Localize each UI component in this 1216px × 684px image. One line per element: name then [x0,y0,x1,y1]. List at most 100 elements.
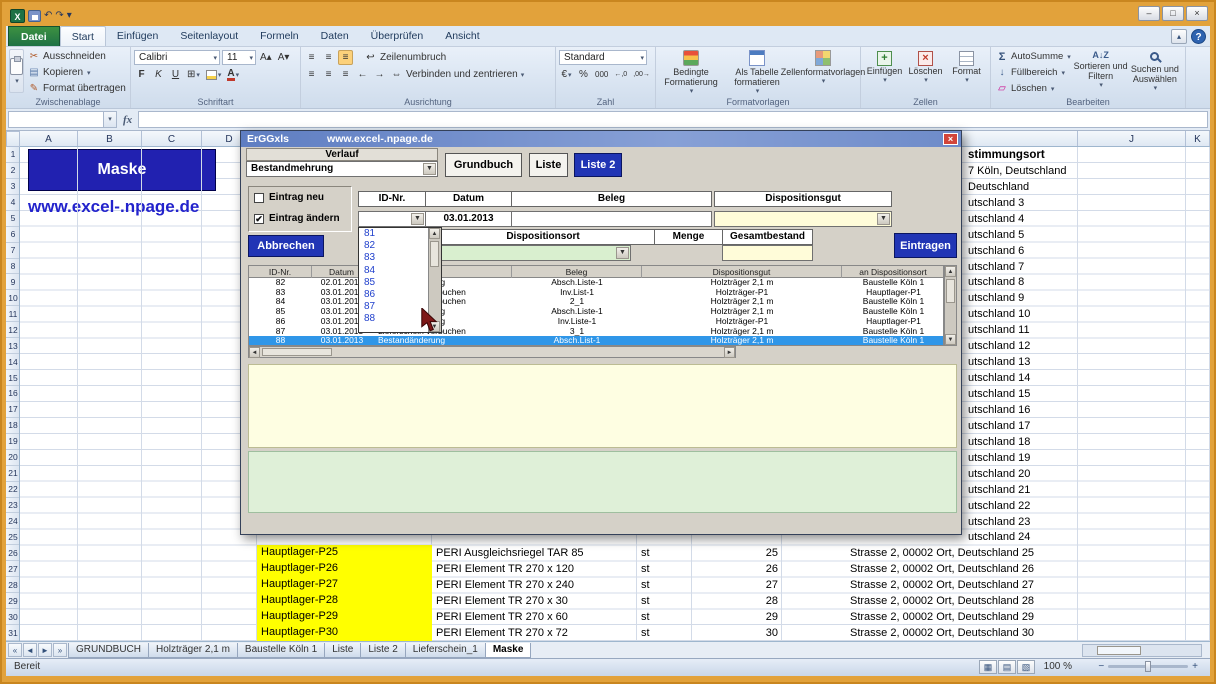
fill-button[interactable]: ↓Füllbereich▾ [994,65,1073,80]
cell-text[interactable]: utschland 18 [968,435,1030,450]
row-header-7[interactable]: 7 [6,243,20,259]
row-header-19[interactable]: 19 [6,434,20,450]
row-header-8[interactable]: 8 [6,259,20,275]
cell-text[interactable]: Strasse 2, 00002 Ort, Deutschland 26 [850,562,1034,577]
row-header-27[interactable]: 27 [6,561,20,577]
formula-input[interactable] [138,111,1208,128]
chevron-down-icon[interactable]: ▼ [616,247,629,259]
name-box-dropdown[interactable]: ▾ [104,111,117,128]
cell-text[interactable]: utschland 9 [968,291,1024,306]
autosum-button[interactable]: ΣAutoSumme▾ [994,49,1073,64]
align-center-button[interactable]: ≡ [321,67,336,82]
tab-ansicht[interactable]: Ansicht [434,26,490,46]
cell-text[interactable]: 25 [692,546,778,561]
row-header-20[interactable]: 20 [6,450,20,466]
row-header-12[interactable]: 12 [6,322,20,338]
save-icon[interactable] [28,10,41,22]
name-box[interactable] [8,111,104,128]
cell-text[interactable]: 7 Köln, Deutschland [968,164,1066,179]
cell-text[interactable]: utschland 7 [968,260,1024,275]
cell-text[interactable]: st [641,562,650,577]
increase-indent-button[interactable]: → [372,67,387,82]
cell-text[interactable]: utschland 23 [968,515,1030,530]
conditional-formatting-button[interactable]: Bedingte Formatierung ▾ [659,49,723,97]
minimize-ribbon-button[interactable]: ▴ [1171,29,1187,44]
column-header-C[interactable]: C [142,131,202,147]
cell-text[interactable]: utschland 3 [968,196,1024,211]
tab-einfügen[interactable]: Einfügen [106,26,169,46]
scroll-left-icon[interactable]: ◄ [249,347,260,358]
row-header-15[interactable]: 15 [6,370,20,386]
listbox-vscrollbar[interactable]: ▲ ▼ [944,265,957,346]
sheet-tab-liste[interactable]: Liste [324,643,361,658]
underline-button[interactable]: U [168,67,183,82]
row-header-13[interactable]: 13 [6,338,20,354]
cell-highlight[interactable]: Hauptlager-P29 [257,609,432,625]
row-header-25[interactable]: 25 [6,529,20,545]
row-header-3[interactable]: 3 [6,179,20,195]
row-header-10[interactable]: 10 [6,290,20,306]
scroll-down-icon[interactable]: ▼ [945,334,956,345]
row-header-31[interactable]: 31 [6,625,20,641]
increase-decimal-button[interactable]: ←,0 [612,67,629,82]
view-button-0[interactable]: ▦ [979,660,997,674]
cell-text[interactable]: Strasse 2, 00002 Ort, Deutschland 30 [850,626,1034,641]
sheet-tab-liste-2[interactable]: Liste 2 [360,643,405,658]
qat-customize-button[interactable]: ▾ [67,9,72,23]
datum-field[interactable]: 03.01.2013 [425,211,512,227]
row-header-11[interactable]: 11 [6,306,20,322]
font-color-button[interactable]: A▾ [225,67,241,82]
shrink-font-button[interactable]: A▾ [276,50,292,65]
zoom-slider-thumb[interactable] [1145,661,1151,672]
fx-icon[interactable]: fx [123,114,132,126]
chevron-down-icon[interactable]: ▼ [423,163,436,175]
row-header-5[interactable]: 5 [6,211,20,227]
gesamtbestand-field[interactable] [722,245,813,261]
align-right-button[interactable]: ≡ [338,67,353,82]
cell-highlight[interactable]: Hauptlager-P26 [257,561,432,577]
format-cells-button[interactable]: Format ▾ [946,49,987,97]
tab-überprüfen[interactable]: Überprüfen [360,26,435,46]
clear-button[interactable]: ▱Löschen▾ [994,81,1073,96]
scroll-right-icon[interactable]: ► [724,347,735,358]
row-header-16[interactable]: 16 [6,386,20,402]
row-header-1[interactable]: 1 [6,147,20,163]
grundbuch-button[interactable]: Grundbuch [445,153,522,177]
dispositionsort-select[interactable]: ▼ [431,245,631,261]
dropdown-item[interactable]: 81 [359,228,428,240]
liste2-button[interactable]: Liste 2 [574,153,622,177]
dropdown-item[interactable]: 86 [359,289,428,301]
cell-text[interactable]: utschland 22 [968,499,1030,514]
delete-cells-button[interactable]: × Löschen ▾ [905,49,946,97]
column-header-K[interactable]: K [1186,131,1210,147]
cell-highlight[interactable]: Hauptlager-P25 [257,545,432,561]
dropdown-item[interactable]: 85 [359,277,428,289]
scroll-thumb[interactable] [1097,646,1141,655]
cell-text[interactable]: PERI Element TR 270 x 120 [436,562,574,577]
row-header-4[interactable]: 4 [6,195,20,211]
decrease-indent-button[interactable]: ← [355,67,370,82]
number-format-select[interactable]: Standard▾ [559,50,647,65]
window-maximize-button[interactable]: □ [1162,6,1184,21]
cell-highlight[interactable]: Hauptlager-P30 [257,625,432,641]
align-top-button[interactable]: ≡ [304,50,319,65]
window-minimize-button[interactable]: – [1138,6,1160,21]
align-left-button[interactable]: ≡ [304,67,319,82]
merge-center-label[interactable]: Verbinden und zentrieren [406,69,518,80]
sheet-nav-button-0[interactable]: « [8,643,22,657]
abbrechen-button[interactable]: Abbrechen [248,235,324,257]
accounting-format-button[interactable]: €▾ [559,67,574,82]
dropdown-item[interactable]: 83 [359,252,428,264]
cell-text[interactable]: st [641,610,650,625]
row-header-6[interactable]: 6 [6,227,20,243]
cell-highlight[interactable]: Hauptlager-P28 [257,593,432,609]
format-painter-button[interactable]: ✎Format übertragen [26,81,128,96]
merge-center-button[interactable]: ⇔ [389,67,404,82]
horizontal-scrollbar[interactable] [1082,644,1202,657]
chevron-down-icon[interactable]: ▼ [411,213,424,225]
cut-button[interactable]: ✂Ausschneiden [26,49,128,64]
dispositionsgut-select[interactable]: ▼ [714,211,892,227]
fill-color-button[interactable]: ▾ [204,67,224,82]
bold-button[interactable]: F [134,67,149,82]
cell-text[interactable]: utschland 16 [968,403,1030,418]
